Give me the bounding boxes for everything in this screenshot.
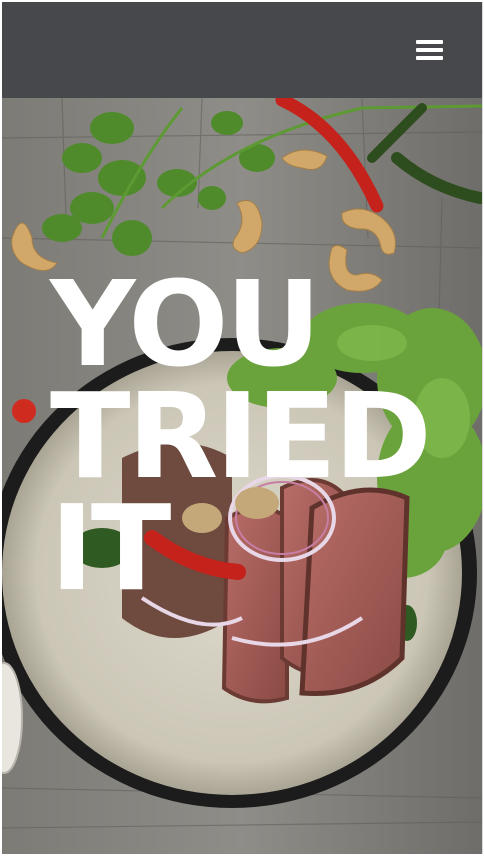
top-navigation-bar xyxy=(2,2,482,98)
hamburger-menu-icon[interactable] xyxy=(416,38,446,64)
menu-line xyxy=(416,56,443,60)
headline-line-1: YOU xyxy=(50,255,321,393)
headline-line-3: IT xyxy=(50,479,171,617)
menu-line xyxy=(416,48,443,52)
phone-frame: YOU TRIED IT xyxy=(2,2,483,854)
hero-section: YOU TRIED IT xyxy=(2,98,482,854)
hero-headline: YOU TRIED IT xyxy=(50,255,432,617)
headline-line-2: TRIED xyxy=(50,367,432,505)
menu-line xyxy=(416,40,443,44)
